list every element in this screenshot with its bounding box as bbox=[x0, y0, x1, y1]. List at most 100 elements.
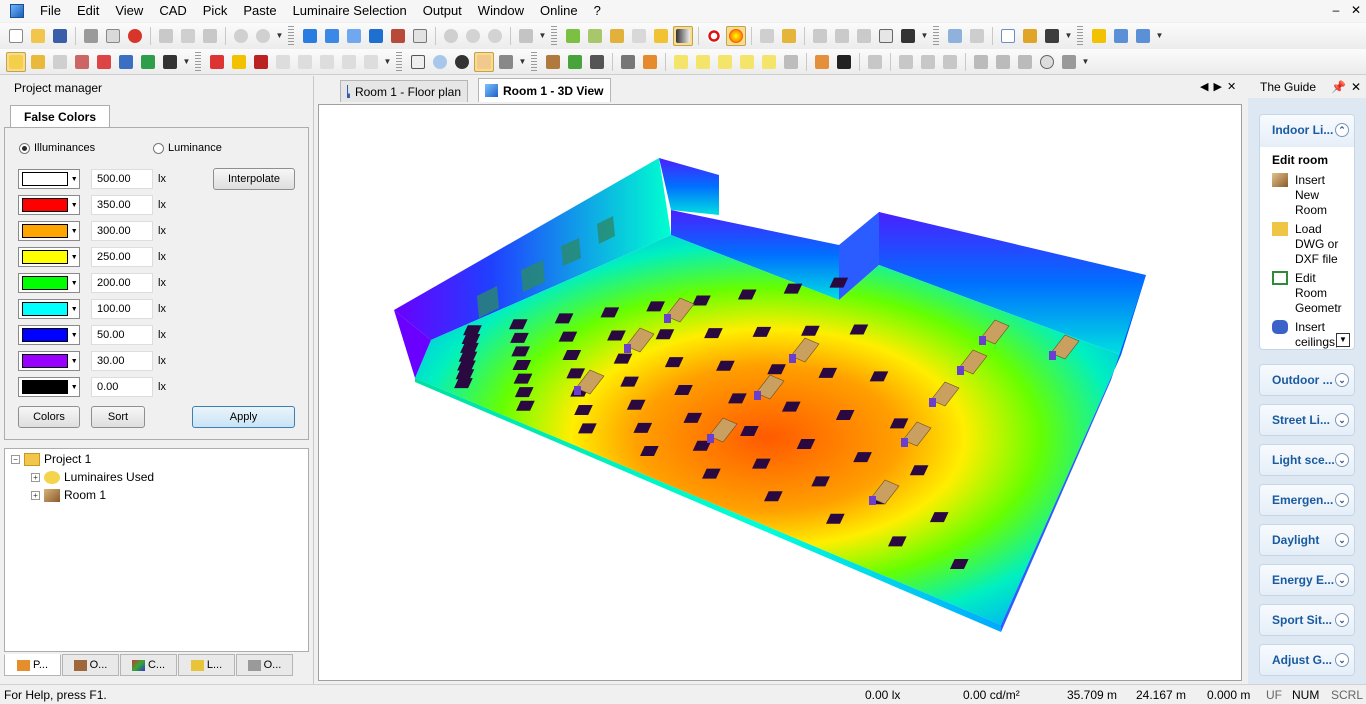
select-icon[interactable] bbox=[6, 51, 26, 72]
expand-icon[interactable]: + bbox=[31, 490, 40, 500]
menu-file[interactable]: File bbox=[32, 0, 69, 22]
guide-section-street[interactable]: Street Li... ⌄ bbox=[1259, 404, 1355, 436]
calc-workplane-icon[interactable] bbox=[759, 52, 779, 72]
expand-icon[interactable]: + bbox=[31, 472, 40, 482]
select-window-icon[interactable] bbox=[116, 52, 136, 72]
table-insert-icon[interactable] bbox=[618, 52, 638, 72]
redo-icon[interactable] bbox=[253, 26, 273, 46]
aim-icon[interactable] bbox=[779, 26, 799, 46]
tree-node-luminaires[interactable]: + Luminaires Used bbox=[31, 468, 154, 486]
select-room-icon[interactable] bbox=[72, 52, 92, 72]
select-cross-icon[interactable] bbox=[160, 52, 180, 72]
copy-array-icon[interactable] bbox=[918, 52, 938, 72]
building-icon[interactable] bbox=[781, 52, 801, 72]
chevron-down-icon[interactable]: ▼ bbox=[69, 202, 79, 209]
snap-point-icon[interactable] bbox=[229, 52, 249, 72]
chevron-down-icon[interactable]: ⌄ bbox=[1335, 453, 1349, 467]
chevron-down-icon[interactable]: ⌄ bbox=[1335, 493, 1349, 507]
calc-surface-icon[interactable] bbox=[563, 26, 583, 46]
guide-item-edit-geometry[interactable]: Edit Room Geometr bbox=[1272, 271, 1347, 316]
level-value-input[interactable]: 0.00 bbox=[91, 377, 153, 397]
tab-floor-plan[interactable]: Room 1 - Floor plan bbox=[340, 80, 468, 102]
toolbar-grip[interactable] bbox=[531, 51, 537, 72]
split-horizontal-icon[interactable] bbox=[1111, 26, 1131, 46]
chevron-down-icon[interactable]: ▼ bbox=[69, 280, 79, 287]
color-picker[interactable]: ▼ bbox=[18, 169, 80, 189]
chevron-up-icon[interactable]: ⌃ bbox=[1335, 123, 1349, 137]
snap-2-icon[interactable] bbox=[295, 52, 315, 72]
room-solid-icon[interactable] bbox=[366, 26, 386, 46]
l-room-icon[interactable] bbox=[322, 26, 342, 46]
arrange-1-icon[interactable] bbox=[810, 26, 830, 46]
luminaire-arrow-icon[interactable] bbox=[757, 26, 777, 46]
walk-icon[interactable] bbox=[496, 52, 516, 72]
guide-section-emergency[interactable]: Emergen... ⌄ bbox=[1259, 484, 1355, 516]
chevron-down-icon[interactable]: ▼ bbox=[69, 358, 79, 365]
arrange-2-icon[interactable] bbox=[832, 26, 852, 46]
close-icon[interactable]: ✕ bbox=[1351, 76, 1361, 98]
render-mode-icon[interactable] bbox=[673, 26, 693, 46]
document-icon[interactable] bbox=[998, 26, 1018, 46]
furniture-insert-icon[interactable] bbox=[543, 52, 563, 72]
menu-output[interactable]: Output bbox=[415, 0, 470, 22]
menu-window[interactable]: Window bbox=[470, 0, 532, 22]
select-calc-icon[interactable] bbox=[138, 52, 158, 72]
chevron-down-icon[interactable]: ▼ bbox=[69, 176, 79, 183]
plant-icon[interactable] bbox=[565, 52, 585, 72]
color-picker[interactable]: ▼ bbox=[18, 325, 80, 345]
collapse-icon[interactable]: − bbox=[11, 454, 20, 464]
ruler-icon[interactable] bbox=[834, 52, 854, 72]
guide-section-light-scenes[interactable]: Light sce... ⌄ bbox=[1259, 444, 1355, 476]
toolbar-overflow-icon[interactable]: ▼ bbox=[1064, 26, 1073, 46]
key-icon[interactable] bbox=[1020, 26, 1040, 46]
snap-grid-icon[interactable] bbox=[207, 52, 227, 72]
mirror-icon[interactable] bbox=[940, 52, 960, 72]
menu-online[interactable]: Online bbox=[532, 0, 586, 22]
chevron-down-icon[interactable]: ▼ bbox=[69, 228, 79, 235]
chevron-down-icon[interactable]: ▼ bbox=[69, 384, 79, 391]
table-icon[interactable] bbox=[945, 26, 965, 46]
calc-grid-icon[interactable] bbox=[693, 52, 713, 72]
snap-object-icon[interactable] bbox=[251, 52, 271, 72]
3d-viewport[interactable] bbox=[318, 104, 1242, 681]
toolbar-grip[interactable] bbox=[288, 26, 294, 46]
line-icon[interactable] bbox=[971, 52, 991, 72]
link-icon[interactable] bbox=[967, 26, 987, 46]
tab-output[interactable]: O... bbox=[236, 654, 293, 676]
tab-luminaires[interactable]: L... bbox=[178, 654, 235, 676]
magic-icon[interactable] bbox=[865, 52, 885, 72]
snap-5-icon[interactable] bbox=[361, 52, 381, 72]
toolbar-overflow-icon[interactable]: ▼ bbox=[1081, 52, 1090, 72]
chevron-down-icon[interactable]: ▼ bbox=[69, 306, 79, 313]
level-value-input[interactable]: 200.00 bbox=[91, 273, 153, 293]
zoom-room-icon[interactable] bbox=[410, 26, 430, 46]
colors-button[interactable]: Colors bbox=[18, 406, 80, 428]
toolbar-overflow-icon[interactable]: ▼ bbox=[275, 26, 284, 46]
chevron-down-icon[interactable]: ⌄ bbox=[1335, 413, 1349, 427]
color-picker[interactable]: ▼ bbox=[18, 351, 80, 371]
pin-icon[interactable]: 📌 bbox=[1331, 76, 1346, 98]
scroll-left-icon[interactable]: ◀ bbox=[1200, 80, 1208, 93]
orbit-icon[interactable] bbox=[463, 26, 483, 46]
print-preview-icon[interactable] bbox=[103, 26, 123, 46]
false-color-rendering[interactable] bbox=[319, 105, 1241, 680]
polyline-icon[interactable] bbox=[993, 52, 1013, 72]
chevron-down-icon[interactable]: ⌄ bbox=[1335, 653, 1349, 667]
save-icon[interactable] bbox=[50, 26, 70, 46]
toolbar-grip[interactable] bbox=[195, 51, 201, 72]
orbit2-icon[interactable] bbox=[485, 26, 505, 46]
dxf-icon[interactable] bbox=[876, 26, 896, 46]
level-value-input[interactable]: 250.00 bbox=[91, 247, 153, 267]
circle-icon[interactable] bbox=[1037, 52, 1057, 72]
toolbar-overflow-icon[interactable]: ▼ bbox=[538, 26, 547, 46]
level-value-input[interactable]: 300.00 bbox=[91, 221, 153, 241]
spark-icon[interactable] bbox=[651, 26, 671, 46]
rotate-view-icon[interactable] bbox=[452, 52, 472, 72]
pointer-icon[interactable] bbox=[408, 52, 428, 72]
wrench-icon[interactable] bbox=[516, 26, 536, 46]
snap-dxf-icon[interactable] bbox=[273, 52, 293, 72]
pan-hand-icon[interactable] bbox=[474, 51, 494, 72]
level-value-input[interactable]: 350.00 bbox=[91, 195, 153, 215]
rotate-icon[interactable] bbox=[441, 26, 461, 46]
toolbar-grip[interactable] bbox=[1077, 26, 1083, 46]
